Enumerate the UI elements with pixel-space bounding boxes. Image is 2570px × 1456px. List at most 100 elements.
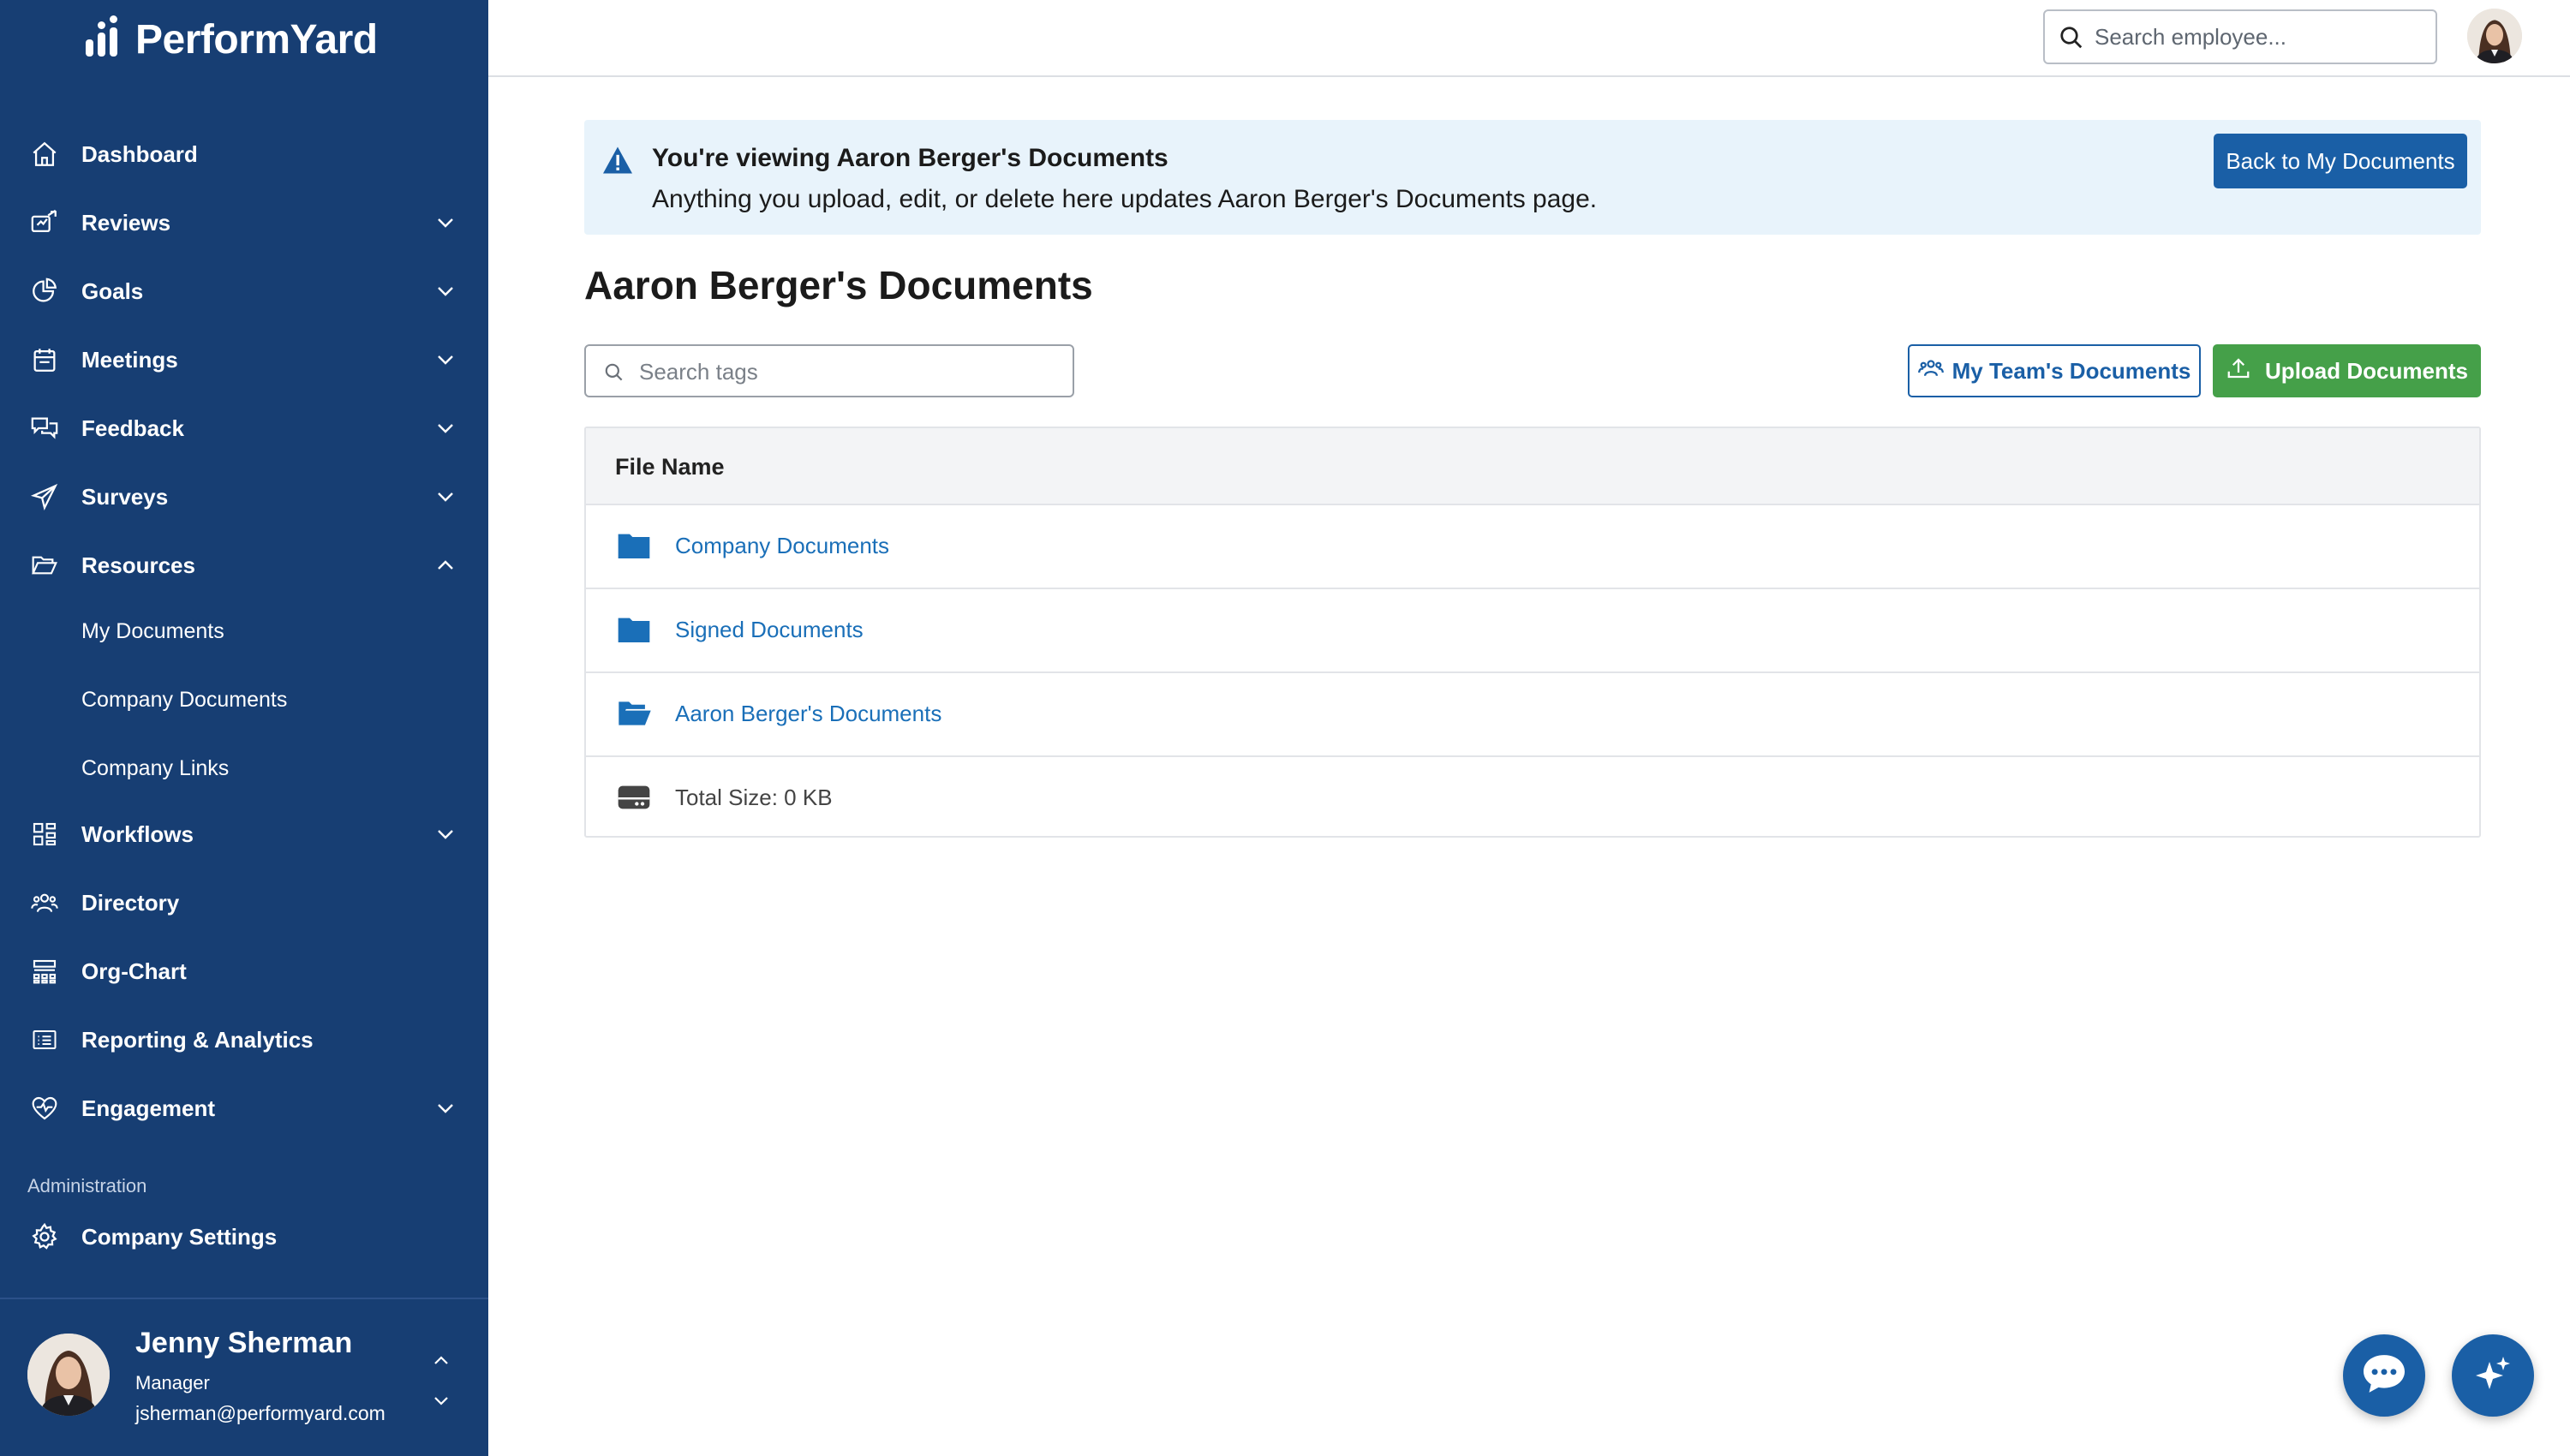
sidebar-item-reporting-analytics[interactable]: Reporting & Analytics [0, 1012, 488, 1067]
tag-search[interactable] [584, 344, 1074, 397]
performyard-logo[interactable]: PerformYard [86, 15, 378, 63]
chat-bubbles-icon [27, 411, 62, 445]
paper-plane-icon [27, 480, 62, 514]
sidebar-item-label: Dashboard [81, 140, 198, 167]
chat-button[interactable] [2343, 1334, 2425, 1417]
sidebar-item-workflows[interactable]: Workflows [0, 807, 488, 862]
table-row[interactable]: Company Documents [586, 505, 2479, 589]
org-chart-icon [27, 954, 62, 988]
column-header-file-name[interactable]: File Name [615, 454, 725, 480]
sidebar-item-label: Workflows [81, 820, 194, 847]
user-email: jsherman@performyard.com [135, 1402, 386, 1424]
upload-icon [2226, 355, 2251, 387]
folder-link-aaron-bergers-documents[interactable]: Aaron Berger's Documents [675, 701, 941, 727]
ai-assistant-button[interactable] [2452, 1334, 2534, 1417]
total-size-row: Total Size: 0 KB [586, 757, 2479, 841]
chevron-down-icon[interactable] [433, 211, 457, 235]
home-icon [27, 137, 62, 171]
gear-icon [27, 1220, 62, 1254]
sidebar-subitem-label: Company Links [81, 755, 230, 780]
folder-link-signed-documents[interactable]: Signed Documents [675, 617, 864, 643]
sidebar-item-label: Goals [81, 277, 144, 304]
sidebar-item-label: Directory [81, 889, 180, 916]
sidebar-item-reviews[interactable]: Reviews [0, 195, 488, 250]
tag-search-input[interactable] [639, 355, 1059, 389]
sidebar-item-goals[interactable]: Goals [0, 264, 488, 319]
sidebar-item-resources[interactable]: Resources [0, 538, 488, 593]
chevron-down-icon[interactable] [433, 822, 457, 846]
chevron-down-icon[interactable] [433, 348, 457, 372]
sidebar-subitem-company-links[interactable]: Company Links [0, 743, 488, 794]
viewing-banner: You're viewing Aaron Berger's Documents … [584, 120, 2481, 235]
sidebar-subitem-label: Company Documents [81, 687, 288, 712]
sidebar-item-dashboard[interactable]: Dashboard [0, 127, 488, 182]
sidebar-subitem-label: My Documents [81, 618, 224, 643]
chevron-up-icon[interactable] [433, 553, 457, 577]
folder-link-company-documents[interactable]: Company Documents [675, 533, 889, 559]
my-teams-documents-label: My Team's Documents [1951, 357, 2191, 384]
chevron-down-icon[interactable] [433, 416, 457, 440]
chevron-down-icon[interactable] [433, 485, 457, 509]
sidebar-subitem-company-documents[interactable]: Company Documents [0, 674, 488, 725]
user-menu-toggle[interactable] [428, 1355, 454, 1406]
sidebar-item-label: Engagement [81, 1095, 216, 1121]
people-icon [27, 886, 62, 920]
page-title: Aaron Berger's Documents [584, 263, 1093, 307]
calendar-icon [27, 343, 62, 377]
administration-label: Administration [27, 1175, 147, 1196]
sidebar-item-label: Resources [81, 552, 195, 578]
storage-drive-icon [617, 783, 651, 815]
top-avatar[interactable] [2467, 9, 2522, 63]
report-list-icon [27, 1023, 62, 1057]
sidebar-subitem-my-documents[interactable]: My Documents [0, 606, 488, 657]
sidebar: PerformYard Dashboard Reviews Goals Meet… [0, 0, 488, 1456]
chevron-up-icon [434, 1356, 448, 1364]
sidebar-item-meetings[interactable]: Meetings [0, 332, 488, 387]
search-icon [2059, 25, 2084, 55]
goals-pie-icon [27, 274, 62, 308]
reviews-icon [27, 206, 62, 240]
my-teams-documents-button[interactable]: My Team's Documents [1908, 344, 2201, 397]
back-to-my-documents-button[interactable]: Back to My Documents [2214, 134, 2467, 188]
sidebar-item-directory[interactable]: Directory [0, 875, 488, 930]
total-size-label: Total Size: 0 KB [675, 785, 833, 810]
employee-search[interactable] [2043, 9, 2437, 64]
sidebar-item-company-settings[interactable]: Company Settings [0, 1209, 488, 1264]
folder-icon [617, 615, 651, 647]
workflow-grid-icon [27, 817, 62, 851]
employee-search-input[interactable] [2095, 20, 2420, 54]
sidebar-item-label: Reviews [81, 209, 171, 236]
sidebar-item-label: Company Settings [81, 1223, 278, 1250]
banner-title: You're viewing Aaron Berger's Documents [652, 144, 1168, 172]
app-root: PerformYard Dashboard Reviews Goals Meet… [0, 0, 2570, 1456]
sidebar-item-label: Surveys [81, 483, 169, 510]
banner-text: Anything you upload, edit, or delete her… [652, 185, 1598, 213]
sidebar-item-engagement[interactable]: Engagement [0, 1081, 488, 1136]
sidebar-item-label: Feedback [81, 415, 184, 441]
chevron-down-icon[interactable] [433, 279, 457, 303]
sidebar-item-label: Meetings [81, 346, 178, 373]
user-role: Manager [135, 1372, 210, 1393]
table-row[interactable]: Aaron Berger's Documents [586, 673, 2479, 757]
table-row[interactable]: Signed Documents [586, 589, 2479, 673]
team-icon [1917, 357, 1944, 385]
logo-mark-icon [86, 15, 123, 58]
sidebar-item-label: Reporting & Analytics [81, 1026, 314, 1053]
search-icon [603, 361, 625, 388]
folder-icon [617, 531, 651, 564]
chevron-down-icon [434, 1397, 448, 1405]
table-header: File Name [586, 428, 2479, 505]
brand-name: PerformYard [135, 16, 378, 63]
warning-icon [601, 146, 634, 179]
chevron-down-icon[interactable] [433, 1096, 457, 1120]
file-table: File Name Company Documents Signed Docum… [584, 427, 2481, 838]
sidebar-item-org-chart[interactable]: Org-Chart [0, 944, 488, 999]
user-name: Jenny Sherman [135, 1327, 353, 1359]
user-profile[interactable]: Jenny Sherman Manager jsherman@performya… [0, 1299, 488, 1456]
sidebar-item-surveys[interactable]: Surveys [0, 469, 488, 524]
folder-open-icon [27, 548, 62, 582]
folder-open-icon [617, 699, 651, 731]
upload-documents-button[interactable]: Upload Documents [2213, 344, 2481, 397]
sidebar-item-feedback[interactable]: Feedback [0, 401, 488, 456]
sparkle-icon [2472, 1353, 2513, 1399]
